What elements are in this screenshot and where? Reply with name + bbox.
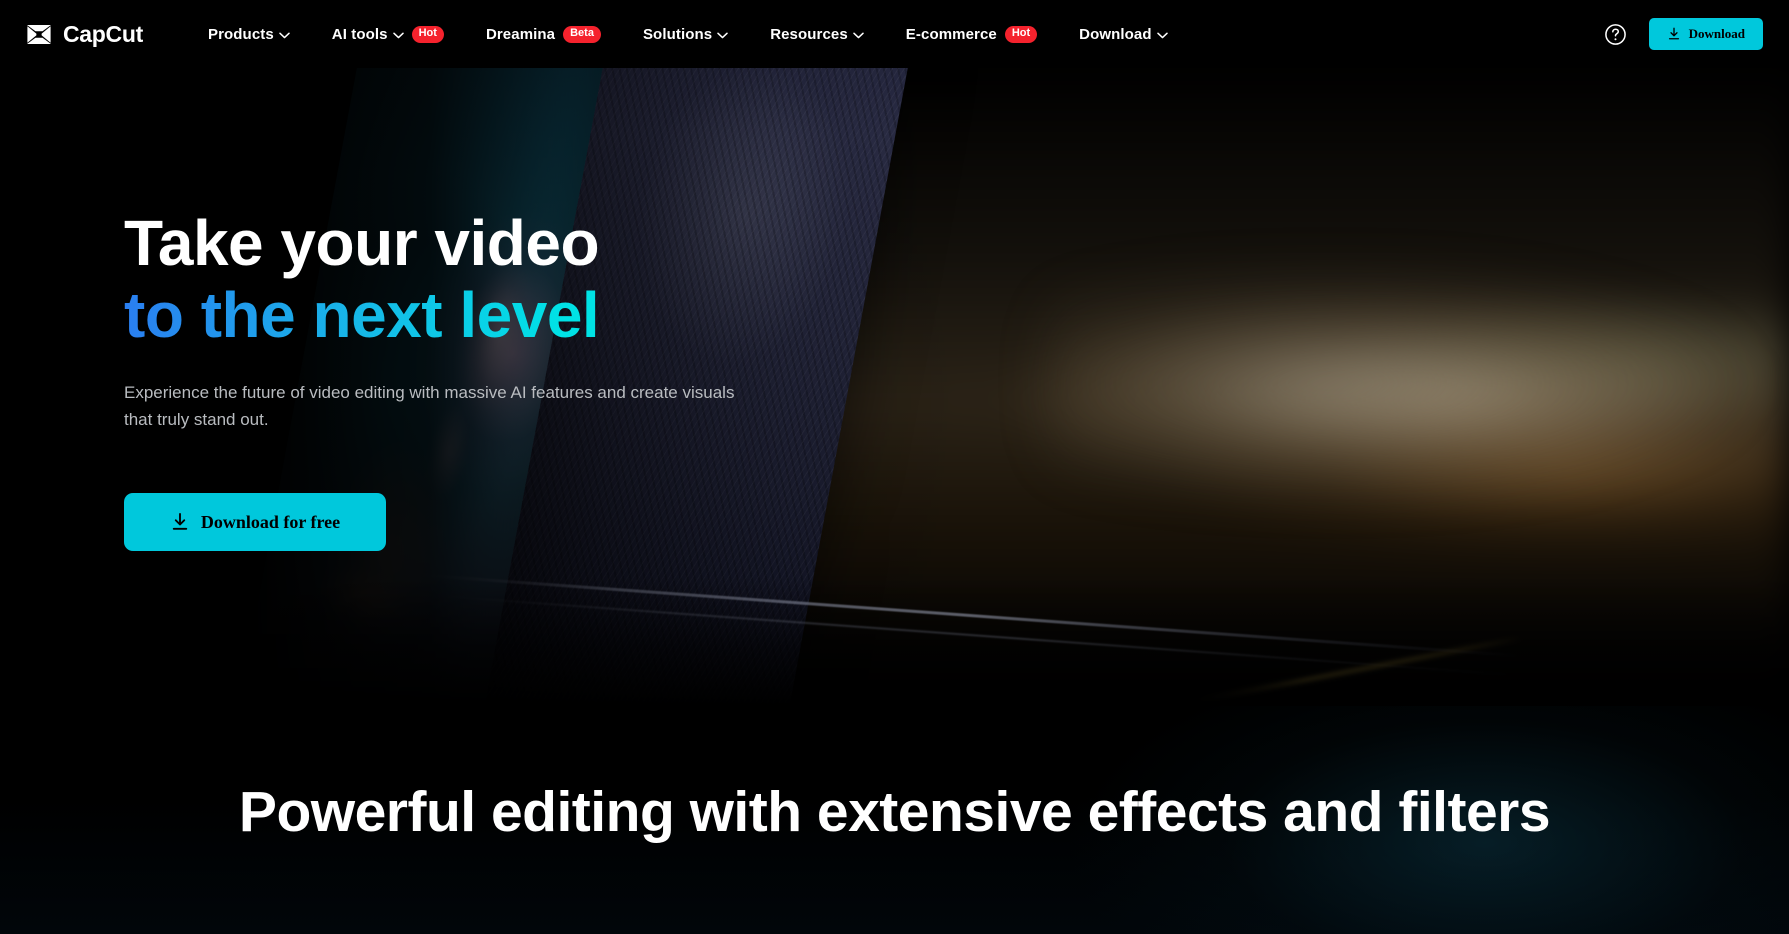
- hero-heading-line1: Take your video: [124, 207, 600, 279]
- nav-item-ai-tools[interactable]: AI tools Hot: [311, 0, 465, 68]
- chevron-down-icon: [853, 32, 864, 38]
- nav-item-products[interactable]: Products: [187, 0, 311, 68]
- nav-item-ecommerce[interactable]: E-commerce Hot: [885, 0, 1058, 68]
- nav-label: Products: [207, 25, 274, 43]
- nav-item-dreamina[interactable]: Dreamina Beta: [465, 0, 622, 68]
- header-download-label: Download: [1688, 26, 1745, 41]
- nav-label: E-commerce: [905, 25, 997, 43]
- hero-content: Take your video to the next level Experi…: [124, 207, 749, 552]
- capcut-logo-icon: [27, 24, 51, 44]
- hero-subheading: Experience the future of video editing w…: [124, 383, 735, 429]
- nav-label: Solutions: [642, 25, 713, 43]
- nav-label: Download: [1079, 25, 1152, 43]
- hero-heading-line2: to the next level: [124, 279, 749, 352]
- nav-badge-hot: Hot: [411, 25, 444, 43]
- nav-label: Dreamina: [485, 25, 556, 43]
- hero-section: Take your video to the next level Experi…: [0, 68, 1789, 706]
- nav-item-solutions[interactable]: Solutions: [622, 0, 749, 68]
- features-section: Powerful editing with extensive effects …: [0, 706, 1789, 934]
- nav-badge-beta: Beta: [563, 25, 601, 43]
- hero-download-for-free-button[interactable]: Download for free: [124, 493, 386, 552]
- nav-badge-hot: Hot: [1004, 25, 1038, 43]
- nav-item-resources[interactable]: Resources: [749, 0, 885, 68]
- capcut-logo[interactable]: CapCut: [24, 20, 143, 47]
- site-header: CapCut Products AI tools Hot Dreamina Be…: [0, 0, 1789, 68]
- nav-label: AI tools: [331, 25, 388, 43]
- hero-heading: Take your video to the next level: [124, 207, 749, 352]
- download-icon: [1668, 27, 1679, 40]
- hero-bottom-fade: [0, 576, 1789, 706]
- features-section-heading: Powerful editing with extensive effects …: [238, 780, 1551, 844]
- header-download-button[interactable]: Download: [1648, 18, 1763, 50]
- download-icon: [172, 513, 188, 531]
- chevron-down-icon: [1156, 32, 1168, 38]
- nav-item-download[interactable]: Download: [1058, 0, 1188, 68]
- nav-label: Resources: [770, 25, 848, 43]
- chevron-down-icon: [279, 32, 290, 38]
- chevron-down-icon: [717, 32, 728, 38]
- header-actions: Download: [1604, 18, 1763, 50]
- main-navigation: Products AI tools Hot Dreamina Beta Solu…: [187, 0, 1189, 68]
- help-circle-icon[interactable]: [1604, 23, 1627, 46]
- hero-cta-label: Download for free: [200, 511, 341, 532]
- chevron-down-icon: [392, 32, 404, 38]
- capcut-logo-text: CapCut: [63, 20, 143, 47]
